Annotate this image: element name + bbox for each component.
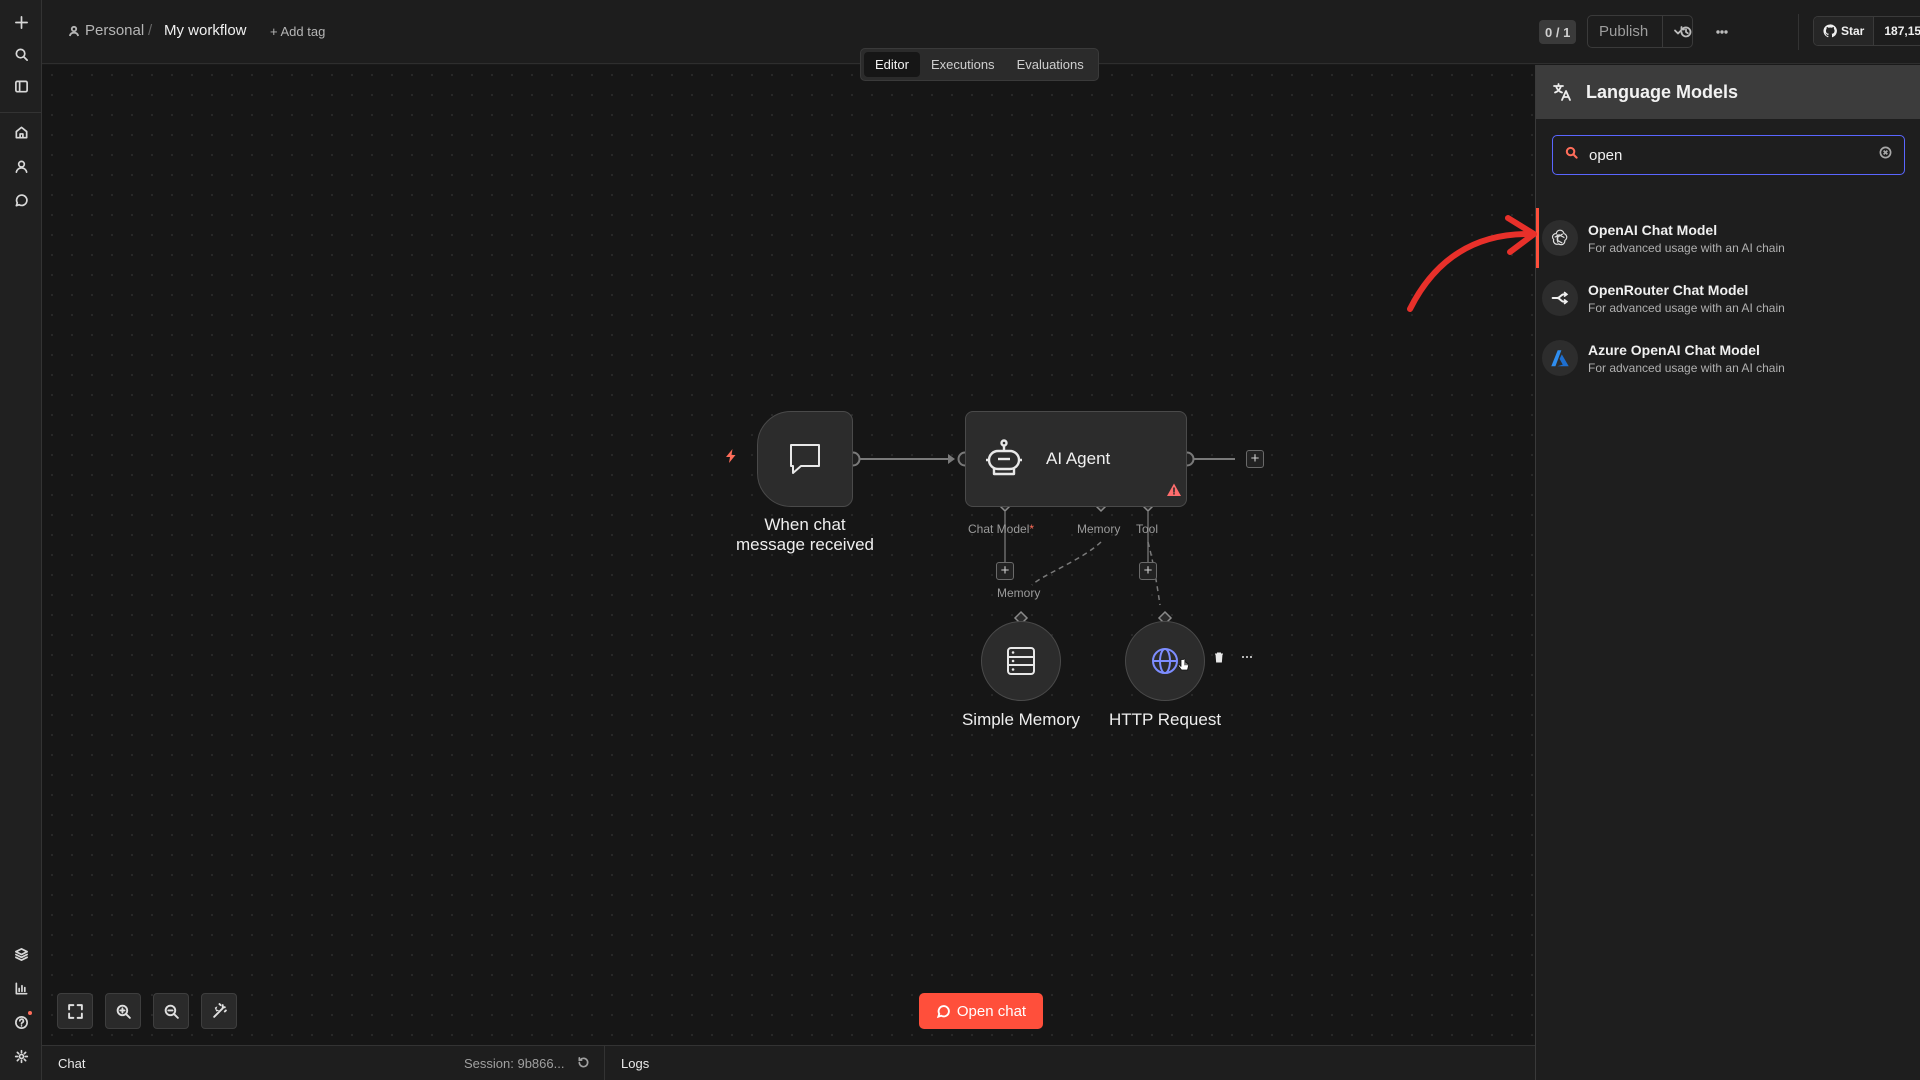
search-icon[interactable] [9,42,33,66]
openai-icon [1542,220,1578,256]
node-search[interactable] [1552,135,1905,175]
github-star-label: Star [1841,24,1865,38]
chart-icon[interactable] [9,976,33,1000]
azure-icon [1542,340,1578,376]
github-star-count: 187,154 [1884,24,1920,38]
result-openai-chat-model[interactable]: OpenAI Chat Model For advanced usage wit… [1536,208,1920,268]
port-tool: Tool [1136,522,1159,536]
database-icon [1007,647,1035,675]
zoom-out-button[interactable] [153,993,189,1029]
panel-title: Language Models [1586,81,1739,102]
open-chat-button[interactable]: Open chat [919,993,1043,1029]
add-tool-button[interactable]: + [1139,562,1157,580]
result-name: Azure OpenAI Chat Model [1588,342,1760,358]
ai-agent-label: AI Agent [1046,449,1111,468]
expand-icon [67,1003,83,1019]
left-rail [0,0,42,1080]
zoom-in-button[interactable] [105,993,141,1029]
layers-icon[interactable] [9,942,33,966]
result-description: For advanced usage with an AI chain [1588,241,1785,255]
cursor-hand-icon [1177,658,1189,671]
panel-icon[interactable] [9,74,33,98]
result-azure-openai-chat-model[interactable]: Azure OpenAI Chat Model For advanced usa… [1536,328,1920,388]
ai-agent-node[interactable]: AI Agent [965,411,1187,507]
result-openrouter-chat-model[interactable]: OpenRouter Chat Model For advanced usage… [1536,268,1920,328]
result-name: OpenRouter Chat Model [1588,282,1749,298]
node-search-input[interactable] [1589,146,1879,164]
logs-panel-tab[interactable]: Logs [621,1056,649,1071]
warning-icon[interactable] [1166,482,1182,503]
simple-memory-label: Simple Memory [961,710,1081,729]
github-icon [1823,24,1837,38]
tab-executions[interactable]: Executions [920,52,1006,77]
simple-memory-node[interactable] [981,621,1061,701]
port-chat-model: Chat Model* [968,522,1035,536]
workflow-name[interactable]: My workflow [164,22,247,39]
port-memory: Memory [1077,522,1121,536]
add-output-node-button[interactable]: + [1246,450,1264,468]
home-icon[interactable] [9,120,33,144]
help-icon[interactable] [9,1010,33,1034]
wand-icon [212,1002,227,1018]
more-options-icon[interactable] [1238,648,1256,666]
publish-label[interactable]: Publish [1588,16,1663,47]
version-badge: 0 / 1 [1539,20,1577,44]
chat-panel-tab[interactable]: Chat [58,1056,85,1071]
plus-icon[interactable] [9,10,33,34]
http-request-node[interactable] [1125,621,1205,701]
result-description: For advanced usage with an AI chain [1588,301,1785,315]
zoom-out-icon [164,1004,179,1019]
reset-session-icon[interactable] [577,1056,590,1072]
tidy-up-button[interactable] [201,993,237,1029]
breadcrumb-separator: / [148,22,153,39]
zoom-in-icon [116,1004,131,1019]
tab-evaluations[interactable]: Evaluations [1006,52,1095,77]
chat-bubble-icon [790,444,820,474]
trash-icon[interactable] [1210,648,1228,666]
github-star-button[interactable]: Star 187,154 [1813,16,1920,46]
http-request-label: HTTP Request [1108,710,1222,729]
workflow-canvas[interactable]: When chat message received AI Agent + Ch… [42,65,1535,1045]
clear-search-icon[interactable] [1879,146,1892,164]
panel-header: Language Models [1536,65,1920,119]
result-name: OpenAI Chat Model [1588,222,1718,238]
more-options-icon[interactable] [1710,20,1734,44]
trigger-node[interactable] [757,411,853,507]
add-chat-model-button[interactable]: + [996,562,1014,580]
search-icon [1565,146,1578,164]
settings-icon[interactable] [9,1044,33,1068]
node-creator-panel: Language Models OpenAI Chat Model For ad… [1535,65,1920,1080]
add-tag-button[interactable]: + Add tag [270,24,325,39]
view-tabs: Editor Executions Evaluations [860,48,1099,81]
person-icon [68,25,80,36]
memory-connector-label: Memory [997,586,1041,600]
openrouter-icon [1542,280,1578,316]
connections [845,451,1235,626]
trigger-node-label: When chat message received [736,515,874,554]
trigger-bolt-icon [723,448,739,469]
session-id: Session: 9b866... [464,1056,565,1071]
fit-view-button[interactable] [57,993,93,1029]
chat-icon [936,1004,950,1018]
robot-icon [982,436,1026,485]
history-icon[interactable] [1674,20,1698,44]
language-icon [1553,83,1571,101]
breadcrumb-owner[interactable]: Personal [68,22,144,39]
user-icon[interactable] [9,154,33,178]
chat-icon[interactable] [9,188,33,212]
bottom-panel: Chat Session: 9b866... Logs [42,1045,1535,1080]
result-description: For advanced usage with an AI chain [1588,361,1785,375]
tab-editor[interactable]: Editor [864,52,920,77]
